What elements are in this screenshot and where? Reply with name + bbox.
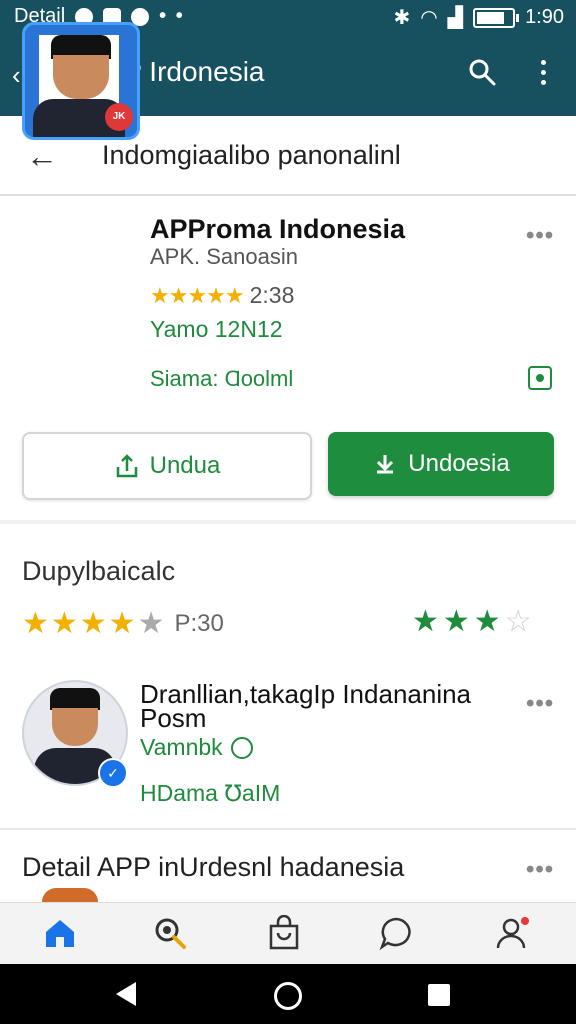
breadcrumb: Indomgiaalibo panonalinl bbox=[102, 140, 401, 170]
app-size: Siama: Ɑoolml bbox=[150, 366, 294, 391]
section-title: Dupylbaicalc bbox=[22, 556, 176, 586]
chat-icon[interactable] bbox=[378, 915, 414, 951]
back-arrow-icon[interactable]: ← bbox=[26, 138, 58, 175]
overflow-menu-icon[interactable] bbox=[538, 58, 548, 92]
detail-title: Detail APP inUrdesnl hadanesia bbox=[22, 852, 405, 882]
home-icon[interactable] bbox=[42, 915, 78, 951]
clock: 1:90 bbox=[525, 6, 564, 28]
system-home-icon[interactable] bbox=[274, 982, 302, 1010]
app-badge: JK bbox=[105, 103, 133, 131]
detail-thumbnail bbox=[42, 888, 98, 902]
undua-button[interactable]: Undua bbox=[22, 432, 312, 500]
search-icon[interactable] bbox=[152, 915, 188, 951]
developer-meta: HDama ℧aIM bbox=[140, 780, 281, 806]
app-subtitle: APK. Sanoasin bbox=[150, 244, 298, 269]
rating-stars-left: ★★★★★ bbox=[22, 607, 167, 640]
rating-value: 2:38 bbox=[249, 282, 295, 308]
verified-ring-icon bbox=[230, 736, 253, 759]
bag-icon[interactable] bbox=[266, 915, 302, 951]
info-icon[interactable] bbox=[528, 366, 552, 390]
back-arrow-icon[interactable]: ‹ bbox=[12, 60, 21, 91]
rating-summary: ★★★★★ P:30 bbox=[22, 606, 224, 641]
rating-stars-right[interactable]: ★★★☆ bbox=[412, 604, 536, 639]
install-button[interactable]: Undoesia bbox=[328, 432, 554, 496]
battery-icon bbox=[473, 7, 520, 28]
download-icon bbox=[377, 455, 394, 474]
verified-icon: ✓ bbox=[98, 758, 128, 788]
install-label: Undoesia bbox=[408, 450, 510, 477]
undua-label: Undua bbox=[149, 452, 221, 479]
developer-sub-label: Vamnbk bbox=[140, 734, 223, 760]
user-icon[interactable] bbox=[494, 915, 530, 951]
wifi-icon: ◠ bbox=[420, 7, 438, 29]
search-icon[interactable] bbox=[468, 58, 496, 86]
app-rating: ★★★★★ 2:38 bbox=[150, 282, 294, 309]
bluetooth-icon: ✱ bbox=[393, 7, 411, 29]
system-navigation bbox=[0, 964, 576, 1024]
more-options-icon[interactable]: ••• bbox=[526, 856, 554, 884]
developer-name: Dranllian,takagIp Indananina Posm bbox=[140, 679, 472, 733]
bottom-navigation bbox=[0, 902, 576, 965]
more-options-icon[interactable]: ••• bbox=[526, 222, 554, 250]
app-thumbnail[interactable]: JK bbox=[22, 22, 140, 140]
app-name: APProma Indonesia bbox=[150, 214, 406, 244]
more-notifications-icon: • • bbox=[159, 5, 185, 27]
more-options-icon[interactable]: ••• bbox=[526, 690, 554, 718]
system-recents-icon[interactable] bbox=[428, 984, 450, 1006]
share-icon bbox=[116, 454, 137, 478]
developer-subtitle: Vamnbk bbox=[140, 734, 253, 761]
rating-stars: ★★★★★ bbox=[150, 282, 245, 308]
signal-icon: ▟ bbox=[447, 7, 464, 29]
app-version: Yamo 12N12 bbox=[150, 316, 283, 342]
rating-label: P:30 bbox=[174, 609, 224, 637]
system-back-icon[interactable] bbox=[116, 982, 136, 1006]
